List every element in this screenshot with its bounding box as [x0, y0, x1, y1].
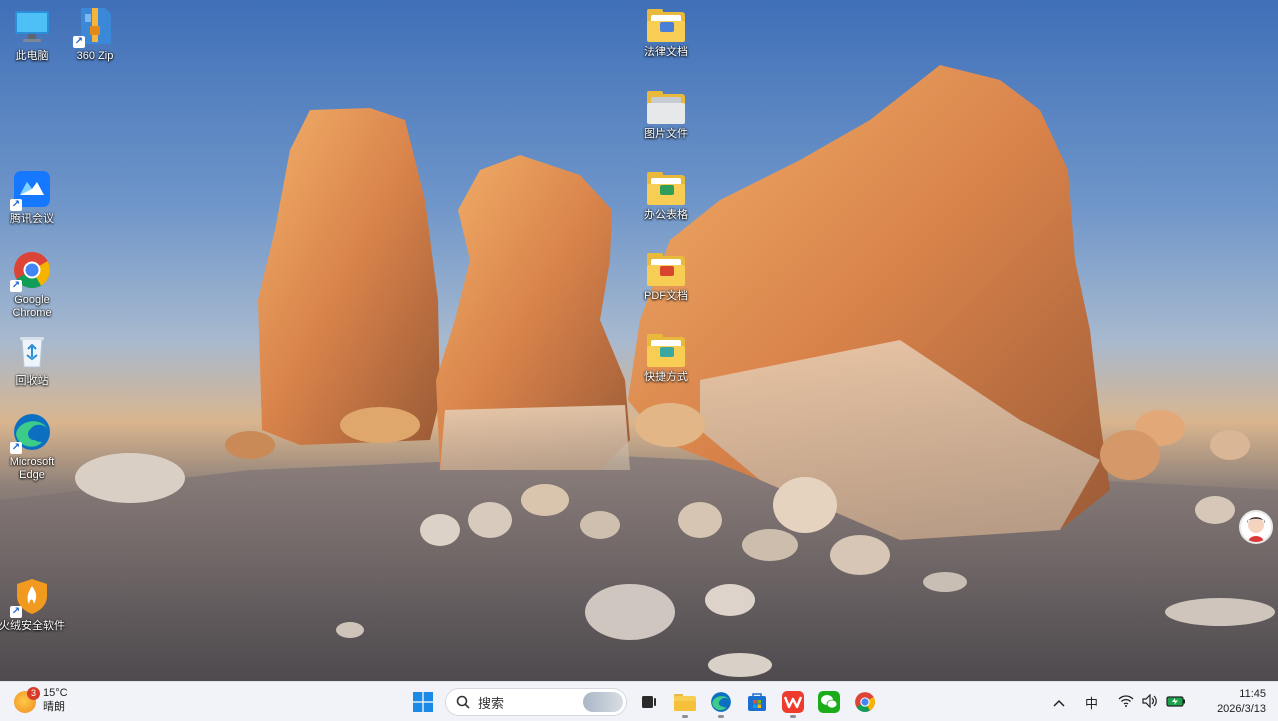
recycle-bin-icon — [12, 331, 52, 371]
taskbar-chrome[interactable] — [847, 686, 883, 718]
folder-icon — [647, 9, 685, 42]
taskbar-wechat[interactable] — [811, 686, 847, 718]
shortcut-arrow-icon: ↗ — [10, 442, 22, 454]
chrome-icon — [855, 692, 875, 712]
weather-condition: 晴朗 — [43, 701, 65, 713]
folder-icon — [647, 253, 685, 286]
desktop-icon-this-pc[interactable]: 此电脑 — [0, 6, 64, 63]
huorong-shield-icon: ↗ — [10, 576, 52, 618]
desktop-icon-label: Microsoft Edge — [9, 456, 55, 481]
desktop-icon-label: 火绒安全软件 — [0, 620, 65, 632]
desktop-icon-recycle-bin[interactable]: 回收站 — [0, 331, 64, 388]
desktop-folder-office-sheets[interactable]: 办公表格 — [634, 169, 698, 222]
shortcut-arrow-icon: ↗ — [10, 199, 22, 211]
wechat-icon — [818, 691, 840, 713]
desktop-icon-huorong[interactable]: ↗ 火绒安全软件 — [0, 576, 65, 633]
desktop-folder-pdf[interactable]: PDF文档 — [634, 250, 698, 303]
taskbar-file-explorer[interactable] — [667, 686, 703, 718]
desktop-icon-label: Google Chrome — [12, 294, 52, 319]
file-explorer-icon — [674, 694, 696, 711]
taskbar-edge[interactable] — [703, 686, 739, 718]
folder-icon — [647, 91, 685, 124]
desktop-folder-legal[interactable]: 法律文档 — [634, 6, 698, 59]
sun-icon: 3 — [14, 687, 40, 713]
task-view-icon — [642, 696, 656, 708]
start-button[interactable] — [405, 686, 441, 718]
assistant-avatar[interactable] — [1239, 510, 1273, 544]
wifi-icon[interactable] — [1118, 694, 1134, 710]
taskbar-center: 搜索 — [405, 686, 883, 718]
desktop-icon-microsoft-edge[interactable]: ↗ Microsoft Edge — [0, 412, 64, 482]
zip-archive-icon: ↗ — [73, 6, 115, 48]
taskbar: 3 15°C 晴朗 搜索 中 11:45 2026/3/13 — [0, 681, 1278, 721]
tencent-meeting-icon: ↗ — [10, 169, 52, 211]
clock-time: 11:45 — [1239, 688, 1266, 700]
desktop-icon-label: 此电脑 — [15, 50, 49, 62]
desktop-icon-tencent-meeting[interactable]: ↗ 腾讯会议 — [0, 169, 64, 226]
running-indicator — [718, 715, 724, 718]
shortcut-arrow-icon: ↗ — [73, 36, 85, 48]
battery-charging-icon[interactable] — [1166, 695, 1186, 710]
chrome-icon: ↗ — [10, 250, 52, 292]
desktop-icon-label: 法律文档 — [644, 46, 688, 58]
clock-date: 2026/3/13 — [1217, 703, 1266, 715]
running-indicator — [790, 715, 796, 718]
running-indicator — [682, 715, 688, 718]
taskbar-microsoft-store[interactable] — [739, 686, 775, 718]
weather-widget[interactable]: 3 15°C 晴朗 — [14, 686, 68, 714]
desktop-icon-label: 办公表格 — [644, 209, 688, 221]
desktop-icon-label: 腾讯会议 — [10, 213, 54, 225]
desktop-folder-images[interactable]: 图片文件 — [634, 88, 698, 141]
shortcut-arrow-icon: ↗ — [10, 280, 22, 292]
edge-icon — [711, 692, 731, 712]
desktop-folder-shortcuts[interactable]: 快捷方式 — [634, 331, 698, 384]
desktop-icon-google-chrome[interactable]: ↗ Google Chrome — [0, 250, 64, 320]
taskbar-clock[interactable]: 11:45 2026/3/13 — [1196, 687, 1266, 717]
folder-icon — [647, 172, 685, 205]
taskbar-search-box[interactable]: 搜索 — [445, 688, 627, 716]
weather-temperature: 15°C — [43, 687, 68, 699]
store-icon — [748, 693, 766, 711]
task-view-button[interactable] — [631, 686, 667, 718]
desktop-icon-label: 图片文件 — [644, 128, 688, 140]
monitor-icon — [12, 6, 52, 46]
shortcut-arrow-icon: ↗ — [10, 606, 22, 618]
show-hidden-icons-chevron-up-icon[interactable] — [1053, 695, 1065, 710]
desktop-icon-label: 360 Zip — [76, 50, 114, 62]
volume-icon[interactable] — [1142, 693, 1158, 711]
input-method-indicator[interactable]: 中 — [1085, 693, 1098, 712]
notification-badge: 3 — [27, 687, 40, 700]
search-highlight-image — [583, 692, 623, 712]
desktop-icon-label: 回收站 — [15, 375, 49, 387]
windows-logo-icon — [413, 692, 433, 712]
edge-icon: ↗ — [10, 412, 52, 454]
folder-icon — [647, 334, 685, 367]
system-tray: 中 11:45 2026/3/13 — [1043, 682, 1278, 721]
avatar-icon — [1247, 517, 1265, 542]
desktop-icon-360zip[interactable]: ↗ 360 Zip — [63, 6, 127, 63]
desktop-icon-label: PDF文档 — [644, 290, 688, 302]
desktop-icon-label: 快捷方式 — [644, 371, 688, 383]
search-label: 搜索 — [478, 695, 505, 711]
search-icon — [456, 695, 470, 709]
taskbar-wps[interactable] — [775, 686, 811, 718]
wps-icon — [782, 691, 804, 713]
